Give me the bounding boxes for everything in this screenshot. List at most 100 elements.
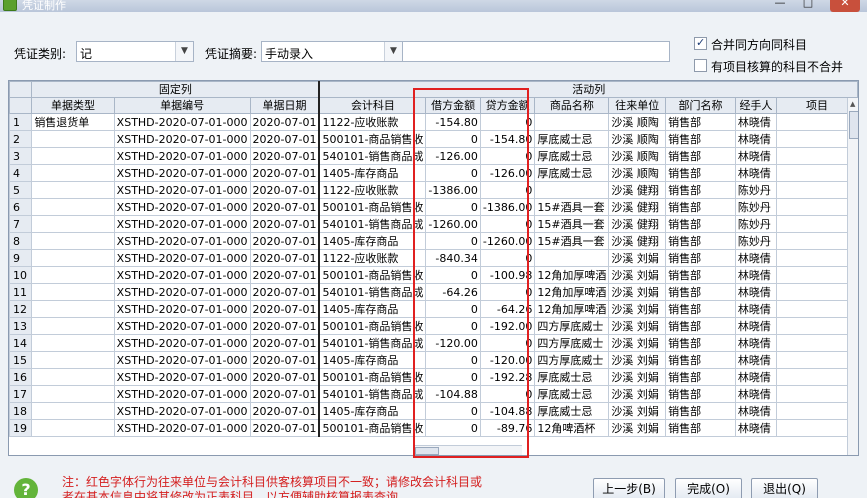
cell-doc-no[interactable]: XSTHD-2020-07-01-000 [113, 232, 251, 250]
cell-account[interactable]: 500101-商品销售收 [318, 317, 427, 335]
cell-goods[interactable] [534, 249, 610, 267]
cell-doc-no[interactable]: XSTHD-2020-07-01-000 [113, 215, 251, 233]
cell-doc-date[interactable]: 2020-07-01 [249, 402, 320, 420]
cell-partner[interactable]: 沙溪 刘娟 [608, 317, 667, 335]
cell-doc-no[interactable]: XSTHD-2020-07-01-000 [113, 385, 251, 403]
cell-doc-type[interactable] [31, 232, 115, 250]
cell-partner[interactable]: 沙溪 健翔 [608, 232, 667, 250]
cell-doc-type[interactable] [31, 198, 115, 216]
cell-doc-date[interactable]: 2020-07-01 [249, 385, 320, 403]
cell-doc-date[interactable]: 2020-07-01 [249, 232, 320, 250]
cell-goods[interactable]: 厚底威士忌 [534, 130, 610, 148]
cell-goods[interactable]: 四方厚底威士 [534, 334, 610, 352]
cell-handler[interactable]: 林晓倩 [734, 368, 777, 386]
col-header-handler[interactable]: 经手人 [734, 97, 777, 114]
cell-project[interactable] [775, 402, 858, 420]
col-header-dept[interactable]: 部门名称 [665, 97, 736, 114]
cell-doc-type[interactable] [31, 368, 115, 386]
help-icon[interactable]: ? [14, 478, 38, 498]
cell-project[interactable] [775, 249, 858, 267]
cell-project[interactable] [775, 232, 858, 250]
cell-doc-type[interactable] [31, 130, 115, 148]
cell-doc-date[interactable]: 2020-07-01 [249, 181, 320, 199]
cell-doc-type[interactable] [31, 402, 115, 420]
cell-doc-no[interactable]: XSTHD-2020-07-01-000 [113, 164, 251, 182]
cell-account[interactable]: 500101-商品销售收 [318, 368, 427, 386]
cell-doc-date[interactable]: 2020-07-01 [249, 130, 320, 148]
cell-goods[interactable]: 厚底威士忌 [534, 147, 610, 165]
cell-dept[interactable]: 销售部 [665, 215, 736, 233]
cell-handler[interactable]: 陈妙丹 [734, 232, 777, 250]
vertical-scrollbar[interactable]: ▲ [847, 98, 858, 455]
cell-doc-date[interactable]: 2020-07-01 [249, 351, 320, 369]
checkbox-icon[interactable] [694, 36, 707, 50]
cell-doc-no[interactable]: XSTHD-2020-07-01-000 [113, 249, 251, 267]
col-header-doc-type[interactable]: 单据类型 [31, 97, 115, 114]
cell-project[interactable] [775, 385, 858, 403]
cell-project[interactable] [775, 181, 858, 199]
cell-goods[interactable]: 厚底威士忌 [534, 385, 610, 403]
cell-doc-date[interactable]: 2020-07-01 [249, 266, 320, 284]
cell-handler[interactable]: 林晓倩 [734, 164, 777, 182]
cell-partner[interactable]: 沙溪 顺陶 [608, 113, 667, 131]
cell-project[interactable] [775, 317, 858, 335]
cell-account[interactable]: 1405-库存商品 [318, 351, 427, 369]
cell-partner[interactable]: 沙溪 刘娟 [608, 368, 667, 386]
cell-partner[interactable]: 沙溪 顺陶 [608, 164, 667, 182]
cell-dept[interactable]: 销售部 [665, 232, 736, 250]
cell-handler[interactable]: 林晓倩 [734, 351, 777, 369]
cell-partner[interactable]: 沙溪 刘娟 [608, 402, 667, 420]
cell-dept[interactable]: 销售部 [665, 385, 736, 403]
cell-account[interactable]: 500101-商品销售收 [318, 419, 427, 437]
cell-doc-no[interactable]: XSTHD-2020-07-01-000 [113, 300, 251, 318]
cell-handler[interactable]: 陈妙丹 [734, 181, 777, 199]
cell-account[interactable]: 500101-商品销售收 [318, 198, 427, 216]
cell-dept[interactable]: 销售部 [665, 266, 736, 284]
cell-doc-type[interactable] [31, 215, 115, 233]
cell-goods[interactable]: 厚底威士忌 [534, 368, 610, 386]
cell-account[interactable]: 1405-库存商品 [318, 164, 427, 182]
cell-dept[interactable]: 销售部 [665, 419, 736, 437]
summary-text-input[interactable] [402, 41, 670, 62]
cell-doc-type[interactable] [31, 419, 115, 437]
cell-project[interactable] [775, 419, 858, 437]
cell-partner[interactable]: 沙溪 健翔 [608, 181, 667, 199]
cell-account[interactable]: 500101-商品销售收 [318, 266, 427, 284]
cell-doc-no[interactable]: XSTHD-2020-07-01-000 [113, 317, 251, 335]
cell-project[interactable] [775, 300, 858, 318]
col-header-doc-no[interactable]: 单据编号 [113, 97, 251, 114]
cell-goods[interactable]: 12角加厚啤酒 [534, 283, 610, 301]
cell-partner[interactable]: 沙溪 顺陶 [608, 147, 667, 165]
cell-doc-date[interactable]: 2020-07-01 [249, 419, 320, 437]
cell-project[interactable] [775, 164, 858, 182]
col-header-partner[interactable]: 往来单位 [608, 97, 667, 114]
cell-dept[interactable]: 销售部 [665, 317, 736, 335]
cell-account[interactable]: 500101-商品销售收 [318, 130, 427, 148]
cell-doc-no[interactable]: XSTHD-2020-07-01-000 [113, 181, 251, 199]
cell-dept[interactable]: 销售部 [665, 130, 736, 148]
cell-account[interactable]: 1122-应收账款 [318, 181, 427, 199]
cell-project[interactable] [775, 198, 858, 216]
cell-dept[interactable]: 销售部 [665, 300, 736, 318]
cell-doc-date[interactable]: 2020-07-01 [249, 198, 320, 216]
cell-handler[interactable]: 林晓倩 [734, 147, 777, 165]
cell-doc-type[interactable]: 销售退货单 [31, 113, 115, 131]
cell-doc-type[interactable] [31, 283, 115, 301]
cell-doc-date[interactable]: 2020-07-01 [249, 283, 320, 301]
cell-goods[interactable]: 厚底威士忌 [534, 402, 610, 420]
cell-goods[interactable]: 12角加厚啤酒 [534, 266, 610, 284]
cell-account[interactable]: 540101-销售商品成 [318, 334, 427, 352]
cell-goods[interactable]: 厚底威士忌 [534, 164, 610, 182]
cell-doc-type[interactable] [31, 351, 115, 369]
cell-dept[interactable]: 销售部 [665, 368, 736, 386]
voucher-type-select[interactable]: 记 ▼ [76, 41, 194, 62]
cell-account[interactable]: 1405-库存商品 [318, 300, 427, 318]
cell-doc-type[interactable] [31, 334, 115, 352]
summary-select[interactable]: 手动录入 ▼ [261, 41, 403, 62]
cell-project[interactable] [775, 147, 858, 165]
cell-dept[interactable]: 销售部 [665, 249, 736, 267]
cell-handler[interactable]: 林晓倩 [734, 402, 777, 420]
cell-project[interactable] [775, 130, 858, 148]
cell-dept[interactable]: 销售部 [665, 147, 736, 165]
cell-account[interactable]: 1405-库存商品 [318, 402, 427, 420]
